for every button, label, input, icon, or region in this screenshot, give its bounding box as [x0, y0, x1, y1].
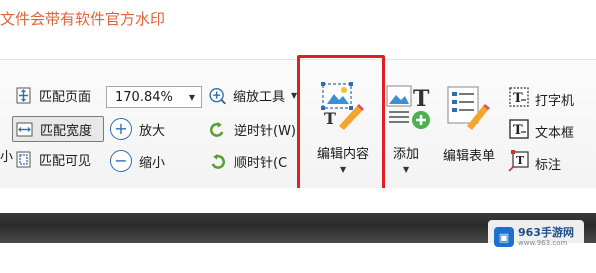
rotate-clockwise-icon — [208, 152, 227, 171]
fit-visible-label: 匹配可见 — [39, 154, 92, 169]
callout-icon: T — [508, 150, 530, 176]
zoom-in-icon: + — [110, 118, 132, 140]
zoom-level-value: 170.84% — [115, 89, 173, 105]
fit-visible-button[interactable]: 匹配可见 — [14, 150, 91, 169]
rotate-clockwise-button[interactable]: 顺时针(C — [208, 152, 287, 171]
fit-page-button[interactable]: 匹配页面 — [14, 86, 91, 105]
zoom-tools-label: 缩放工具 — [233, 90, 286, 105]
svg-text:T: T — [513, 91, 523, 106]
ribbon-bottom-gap — [0, 188, 596, 213]
fit-width-icon — [15, 120, 34, 139]
watermark-notice-text: 文件会带有软件官方水印 — [0, 10, 166, 28]
svg-text:T: T — [513, 123, 523, 138]
add-button[interactable]: T — [385, 80, 433, 134]
callout-button[interactable]: T 标注 — [508, 150, 561, 176]
typewriter-label: 打字机 — [535, 93, 575, 109]
watermark-notice-bar: 文件会带有软件官方水印 — [0, 0, 596, 46]
fit-width-button[interactable]: 匹配宽度 — [12, 116, 104, 142]
chevron-down-icon: ▼ — [403, 165, 410, 174]
typewriter-button[interactable]: T 打字机 — [508, 86, 574, 112]
textbox-label: 文本框 — [535, 125, 575, 141]
zoom-out-icon: − — [110, 150, 132, 172]
watermark-brand: 963手游网 — [518, 225, 574, 239]
rotate-counterclockwise-icon — [208, 120, 227, 139]
textbox-button[interactable]: T 文本框 — [508, 118, 574, 144]
site-watermark: ▣ 963手游网 www.963.com — [488, 220, 584, 254]
fit-visible-icon — [14, 150, 33, 169]
rotate-clockwise-label: 顺时针(C — [234, 156, 288, 171]
callout-label: 标注 — [535, 157, 562, 173]
rotate-counterclockwise-button[interactable]: 逆时针(W) — [208, 120, 296, 139]
cube-logo-icon: ▣ — [494, 227, 514, 247]
zoom-tools-button[interactable]: 缩放工具 ▼ — [208, 86, 297, 105]
zoom-out-label: 缩小 — [139, 155, 166, 171]
edit-form-icon — [445, 84, 491, 134]
fit-page-icon — [14, 86, 33, 105]
add-label: 添加 — [393, 147, 420, 162]
highlight-box — [297, 55, 385, 191]
fit-width-label: 匹配宽度 — [40, 123, 93, 139]
edit-form-label: 编辑表单 — [443, 149, 496, 164]
zoom-level-select[interactable]: 170.84% ▼ — [106, 86, 202, 108]
svg-text:T: T — [516, 154, 525, 167]
cut-off-label: 小 — [0, 150, 14, 165]
magnifier-icon — [208, 86, 227, 105]
rotate-counterclockwise-label: 逆时针(W) — [234, 124, 296, 139]
add-image-text-icon: T — [385, 80, 433, 134]
typewriter-icon: T — [508, 86, 530, 112]
fit-page-label: 匹配页面 — [39, 90, 92, 105]
edit-form-button[interactable] — [445, 84, 491, 134]
svg-text:T: T — [413, 86, 430, 112]
watermark-url: www.963.com — [518, 239, 568, 248]
zoom-in-button[interactable]: + 放大 — [110, 118, 165, 140]
watermark-text-group: 963手游网 www.963.com — [518, 225, 574, 248]
chevron-down-icon: ▼ — [188, 92, 195, 102]
textbox-icon: T — [508, 118, 530, 144]
zoom-in-label: 放大 — [139, 123, 166, 139]
zoom-out-button[interactable]: − 缩小 — [110, 150, 165, 172]
